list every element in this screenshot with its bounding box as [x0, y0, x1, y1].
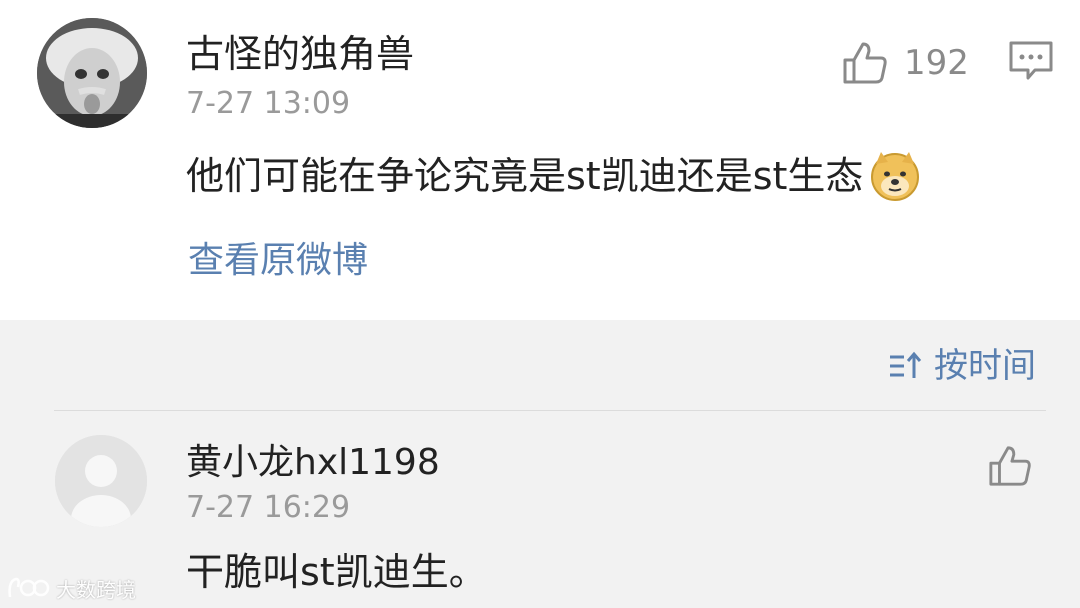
sort-label: 按时间: [934, 346, 1036, 386]
comment-text-body: 他们可能在争论究竟是st凯迪还是st生态: [186, 154, 864, 198]
reply-timestamp: 7-27 16:29: [186, 490, 351, 525]
thumbs-up-icon: [843, 42, 887, 84]
thumbs-up-icon: [989, 446, 1031, 486]
top-comment-card: 古怪的独角兽 7-27 13:09 192 他们可能在争论究竟是st凯迪还是st…: [0, 0, 1080, 320]
default-avatar-icon: [55, 435, 147, 527]
like-button[interactable]: 192: [842, 38, 969, 88]
reply-like-button[interactable]: [988, 444, 1032, 488]
like-count: 192: [904, 43, 969, 83]
comment-icon: [1009, 41, 1053, 80]
doge-emoji-icon: [871, 152, 920, 201]
reply-username[interactable]: 黄小龙hxl1198: [186, 440, 440, 486]
divider: [54, 410, 1046, 411]
comment-button[interactable]: [1008, 40, 1054, 82]
avatar[interactable]: [37, 18, 147, 128]
avatar-image: [37, 18, 147, 128]
comment-text: 他们可能在争论究竟是st凯迪还是st生态: [186, 148, 921, 204]
sort-by-time-button[interactable]: 按时间: [888, 344, 1036, 388]
sort-icon: [890, 351, 922, 378]
reply-text: 干脆叫st凯迪生。: [186, 550, 487, 594]
watermark: 大数跨境: [6, 572, 136, 604]
reply-avatar[interactable]: [55, 435, 147, 527]
timestamp: 7-27 13:09: [186, 86, 351, 121]
watermark-logo-icon: [8, 577, 50, 598]
watermark-text: 大数跨境: [56, 577, 136, 602]
username[interactable]: 古怪的独角兽: [186, 30, 414, 78]
view-original-weibo-link[interactable]: 查看原微博: [188, 236, 368, 286]
